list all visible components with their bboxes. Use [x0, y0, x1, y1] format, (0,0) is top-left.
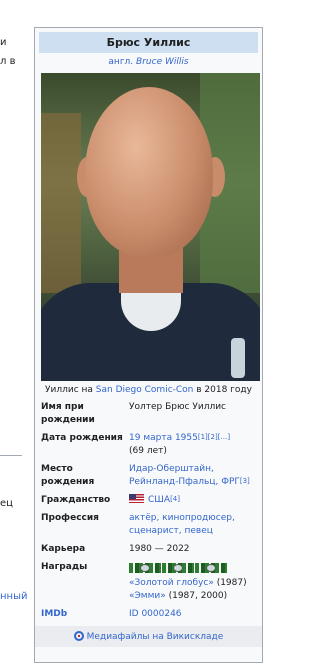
row-awards: Награды «Золотой глобус» (1987) «Эмми» (…	[39, 561, 258, 603]
commons-icon	[73, 631, 84, 641]
lang-abbr-link[interactable]: англ.	[108, 57, 133, 67]
row-career: Карьера 1980 — 2022	[39, 543, 258, 556]
golden-globe-link[interactable]: «Золотой глобус»	[129, 578, 214, 588]
article-text-fragment: л в	[0, 56, 16, 67]
birth-date-link[interactable]: 19 марта 1955	[129, 433, 198, 443]
award-ribbon-icon[interactable]	[195, 563, 227, 573]
row-label: Гражданство	[41, 495, 111, 505]
imdb-id-link[interactable]: ID 0000246	[129, 608, 258, 621]
comic-con-link[interactable]: San Diego Comic-Con	[96, 385, 194, 395]
article-link-fragment[interactable]: нный	[0, 591, 27, 602]
row-label: Карьера	[41, 544, 86, 554]
award-ribbons	[129, 563, 258, 573]
article-column-fragment: и л в ец нный	[0, 0, 32, 671]
row-citizenship: Гражданство США[4]	[39, 494, 258, 507]
row-label: Место рождения	[41, 464, 95, 487]
commons-footer: Медиафайлы на Викискладе	[35, 626, 262, 647]
row-label: Награды	[41, 562, 88, 572]
row-label: Профессия	[41, 513, 99, 523]
row-label: Дата рождения	[41, 433, 123, 443]
emmy-link[interactable]: «Эмми»	[129, 591, 166, 601]
row-profession: Профессия актёр, кинопродюсер, сценарист…	[39, 512, 258, 538]
original-name: Bruce Willis	[136, 57, 189, 67]
birth-place-link[interactable]: Идар-Оберштайн, Рейнланд-Пфальц, ФРГ	[129, 464, 240, 487]
article-text-fragment: ец	[0, 498, 13, 509]
photo-caption: Уиллис на San Diego Comic-Con в 2018 год…	[45, 385, 252, 395]
row-birth-place: Место рождения Идар-Оберштайн, Рейнланд-…	[39, 463, 258, 489]
row-birth-date: Дата рождения 19 марта 1955[1][2][…] (69…	[39, 432, 258, 458]
row-label: Имя при рождении	[41, 402, 95, 425]
golden-globe-ribbon-icon[interactable]	[129, 563, 161, 573]
age-value: (69 лет)	[129, 446, 167, 456]
microphone-icon	[231, 338, 245, 378]
infobox-rows: Имя при рождении Уолтер Брюс Уиллис Дата…	[39, 401, 258, 621]
emmy-ribbon-icon[interactable]	[162, 563, 194, 573]
ref-links[interactable]: [1][2][…]	[198, 433, 230, 441]
ref-link[interactable]: [4]	[170, 495, 180, 503]
birth-name-value: Уолтер Брюс Уиллис	[129, 402, 227, 412]
divider	[0, 455, 22, 456]
citizenship-link[interactable]: США	[148, 495, 170, 505]
infobox: Брюс Уиллис англ. Bruce Willis Уиллис на…	[34, 27, 263, 663]
infobox-subtitle: англ. Bruce Willis	[39, 57, 258, 67]
us-flag-icon	[129, 494, 144, 503]
infobox-title: Брюс Уиллис	[39, 32, 258, 53]
career-value: 1980 — 2022	[129, 544, 190, 554]
profession-links[interactable]: актёр, кинопродюсер, сценарист, певец	[129, 512, 258, 538]
imdb-label-link[interactable]: IMDb	[39, 608, 129, 621]
ref-link[interactable]: [3]	[240, 477, 250, 485]
row-imdb: IMDb ID 0000246	[39, 608, 258, 621]
commons-link[interactable]: Медиафайлы на Викискладе	[87, 632, 224, 642]
article-text-fragment: и	[0, 37, 7, 48]
row-birth-name: Имя при рождении Уолтер Брюс Уиллис	[39, 401, 258, 427]
portrait-photo[interactable]	[41, 73, 260, 381]
